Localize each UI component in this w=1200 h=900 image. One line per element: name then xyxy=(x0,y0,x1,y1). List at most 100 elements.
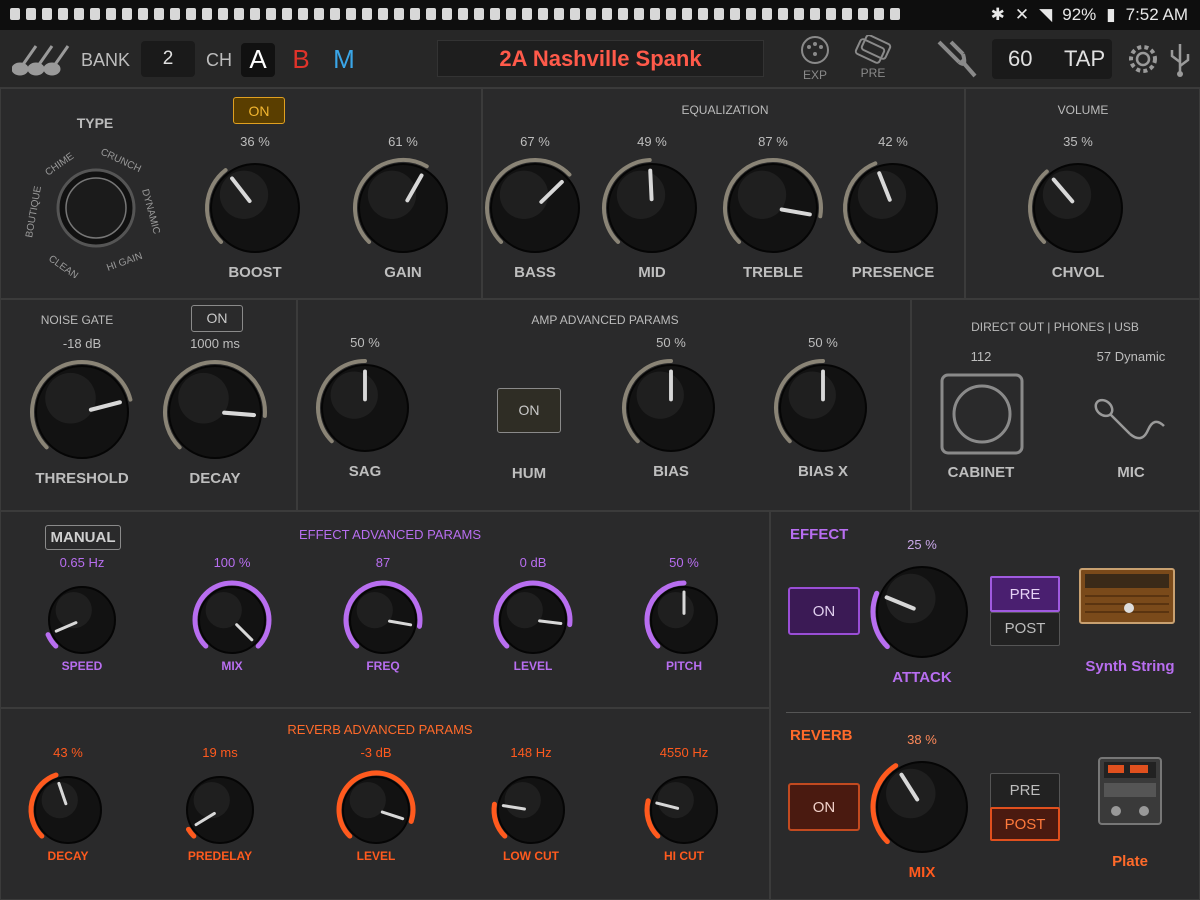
reverb-param-knob-2-value: 19 ms xyxy=(202,745,238,760)
reverb-param-knob-1-label: DECAY xyxy=(47,849,89,863)
decay-knob-label: DECAY xyxy=(189,470,241,487)
cabinet-label: CABINET xyxy=(947,464,1015,481)
sag-knob[interactable] xyxy=(314,357,416,459)
reverb-post-button[interactable]: POST xyxy=(990,807,1060,841)
microphone-icon[interactable] xyxy=(1092,396,1168,446)
bank-label: BANK xyxy=(81,50,131,70)
bias-knob[interactable] xyxy=(620,357,722,459)
reverb-param-knob-2-label: PREDELAY xyxy=(187,849,253,863)
threshold-knob[interactable] xyxy=(28,358,136,466)
divider xyxy=(786,712,1191,713)
reverb-param-knob-5-label: HI CUT xyxy=(664,849,704,863)
noise-gate-title: NOISE GATE xyxy=(40,313,114,327)
mid-knob[interactable] xyxy=(600,156,704,260)
boost-on-button[interactable]: ON xyxy=(233,97,285,124)
pre-label: PRE xyxy=(860,66,886,80)
amp-advanced-title: AMP ADVANCED PARAMS xyxy=(531,313,679,327)
boost-knob-value: 36 % xyxy=(240,134,270,149)
bias-x-knob-value: 50 % xyxy=(808,335,838,350)
tempo-value[interactable]: 60 xyxy=(1008,39,1032,79)
noise-gate-on-button[interactable]: ON xyxy=(191,305,243,332)
threshold-knob-label: THRESHOLD xyxy=(35,470,129,487)
reverb-mix-knob[interactable] xyxy=(869,754,975,860)
tuning-fork-icon[interactable] xyxy=(933,38,979,80)
reverb-param-knob-1[interactable] xyxy=(27,769,109,851)
effect-name[interactable]: Synth String xyxy=(1076,658,1184,675)
bias-knob-label: BIAS xyxy=(653,463,689,480)
reverb-param-knob-3-label: LEVEL xyxy=(356,849,396,863)
reverb-param-knob-3[interactable] xyxy=(335,769,417,851)
clock: 7:52 AM xyxy=(1125,5,1188,24)
mid-knob-value: 49 % xyxy=(637,134,667,149)
channel-a-button[interactable]: A xyxy=(241,43,275,77)
effect-param-knob-1[interactable] xyxy=(41,579,123,661)
gain-knob[interactable] xyxy=(351,156,455,260)
effect-on-button[interactable]: ON xyxy=(788,587,860,635)
bluetooth-icon: ✱ xyxy=(990,5,1005,24)
boost-knob[interactable] xyxy=(203,156,307,260)
bass-knob[interactable] xyxy=(483,156,587,260)
decay-knob[interactable] xyxy=(161,358,269,466)
amp-type-selector[interactable]: BOUTIQUE CHIME CRUNCH DYNAMIC HI GAIN CL… xyxy=(18,138,168,278)
effect-param-knob-3[interactable] xyxy=(342,579,424,661)
preamp-pedal-icon[interactable] xyxy=(853,35,893,65)
top-bar: BANK 2 CH A B M 2A Nashville Spank EXP P… xyxy=(0,30,1200,88)
bias-x-knob[interactable] xyxy=(772,357,874,459)
reverb-name[interactable]: Plate xyxy=(1098,853,1162,870)
expression-pedal-icon[interactable] xyxy=(798,35,832,65)
manual-button[interactable]: MANUAL xyxy=(45,525,121,550)
wifi-icon: ◥ xyxy=(1039,5,1053,24)
reverb-pre-button[interactable]: PRE xyxy=(990,773,1060,809)
effect-post-button[interactable]: POST xyxy=(990,612,1060,646)
reverb-param-knob-4[interactable] xyxy=(490,769,572,851)
reverb-on-button[interactable]: ON xyxy=(788,783,860,831)
reverb-param-knob-4-label: LOW CUT xyxy=(503,849,559,863)
effect-param-knob-1-value: 0.65 Hz xyxy=(59,555,105,570)
reverb-param-knob-5[interactable] xyxy=(643,769,725,851)
tap-button[interactable]: TAP xyxy=(1064,39,1105,79)
presence-knob[interactable] xyxy=(841,156,945,260)
effect-param-knob-4[interactable] xyxy=(492,579,574,661)
battery-icon: ▮ xyxy=(1106,5,1116,24)
channel-b-button[interactable]: B xyxy=(284,43,318,77)
chvol-knob[interactable] xyxy=(1026,156,1130,260)
effect-param-knob-2[interactable] xyxy=(191,579,273,661)
mute-icon: ✕ xyxy=(1014,5,1030,24)
bank-selector[interactable]: 2 xyxy=(141,41,195,77)
bass-knob-label: BASS xyxy=(514,264,556,281)
type-clean: CLEAN xyxy=(46,253,80,278)
effect-title: EFFECT xyxy=(790,526,849,543)
treble-knob[interactable] xyxy=(721,156,825,260)
reverb-param-knob-2[interactable] xyxy=(179,769,261,851)
gear-icon[interactable] xyxy=(1126,42,1160,76)
type-title: TYPE xyxy=(76,115,114,131)
usb-icon[interactable] xyxy=(1168,40,1192,78)
effect-param-knob-4-value: 0 dB xyxy=(519,555,547,570)
reverb-param-knob-5-value: 4550 Hz xyxy=(659,745,709,760)
synth-string-pedal-icon[interactable] xyxy=(1079,568,1175,624)
channel-m-button[interactable]: M xyxy=(327,43,361,77)
reverb-params-title: REVERB ADVANCED PARAMS xyxy=(287,722,473,737)
presence-knob-value: 42 % xyxy=(878,134,908,149)
effect-param-knob-2-value: 100 % xyxy=(213,555,251,570)
bass-knob-value: 67 % xyxy=(520,134,550,149)
reverb-title: REVERB xyxy=(790,727,853,744)
attack-knob-label: ATTACK xyxy=(892,669,952,686)
cabinet-icon[interactable] xyxy=(940,373,1024,455)
preset-name[interactable]: 2A Nashville Spank xyxy=(437,40,764,77)
eq-title: EQUALIZATION xyxy=(681,103,769,117)
direct-out-title: DIRECT OUT | PHONES | USB xyxy=(971,320,1139,334)
chvol-knob-label: CHVOL xyxy=(1051,264,1105,281)
mic-value: 57 Dynamic xyxy=(1096,349,1166,364)
effect-param-knob-5[interactable] xyxy=(643,579,725,661)
effect-param-knob-4-label: LEVEL xyxy=(513,659,553,673)
hum-on-button[interactable]: ON xyxy=(497,388,561,433)
effect-pre-button[interactable]: PRE xyxy=(990,576,1060,612)
exp-label: EXP xyxy=(802,68,827,82)
plate-reverb-pedal-icon[interactable] xyxy=(1098,757,1162,825)
effect-param-knob-5-label: PITCH xyxy=(666,659,702,673)
attack-knob-value: 25 % xyxy=(907,537,937,552)
effect-param-knob-2-label: MIX xyxy=(221,659,243,673)
attack-knob[interactable] xyxy=(869,559,975,665)
guitars-logo-icon[interactable] xyxy=(12,42,70,76)
